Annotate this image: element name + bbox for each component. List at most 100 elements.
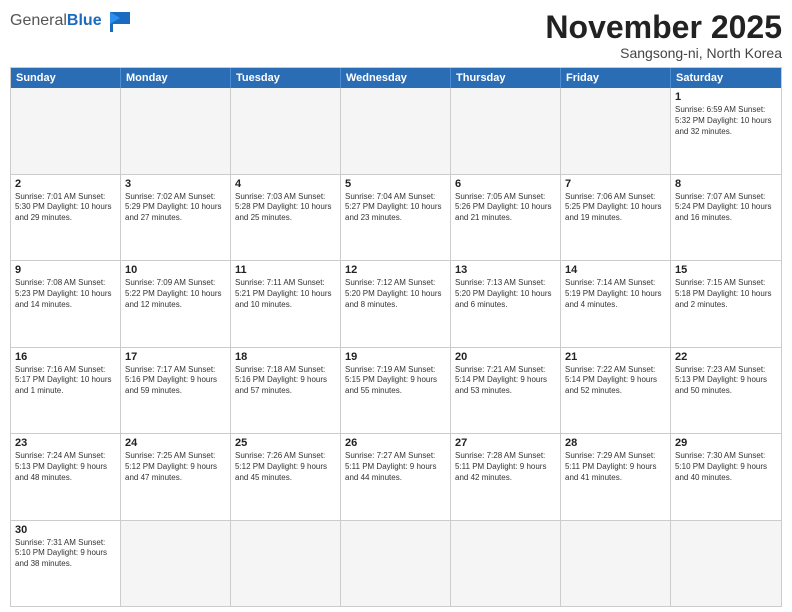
header: GeneralBlue November 2025 Sangsong-ni, N… <box>10 10 782 61</box>
day-number: 1 <box>675 91 777 103</box>
calendar-cell-4-1: 24Sunrise: 7:25 AM Sunset: 5:12 PM Dayli… <box>121 434 231 519</box>
day-number: 25 <box>235 437 336 449</box>
calendar-cell-4-6: 29Sunrise: 7:30 AM Sunset: 5:10 PM Dayli… <box>671 434 781 519</box>
calendar-cell-3-5: 21Sunrise: 7:22 AM Sunset: 5:14 PM Dayli… <box>561 348 671 433</box>
calendar-cell-1-4: 6 Sunrise: 7:05 AM Sunset: 5:26 PM Daylig… <box>451 175 561 260</box>
day-info: Sunrise: 7:28 AM Sunset: 5:11 PM Dayligh… <box>455 451 556 483</box>
day-number: 2 <box>15 178 116 190</box>
day-number: 17 <box>125 351 226 363</box>
day-info: Sunrise: 7:27 AM Sunset: 5:11 PM Dayligh… <box>345 451 446 483</box>
calendar-cell-1-2: 4 Sunrise: 7:03 AM Sunset: 5:28 PM Daylig… <box>231 175 341 260</box>
day-number: 4 <box>235 178 336 190</box>
day-info: Sunrise: 7:29 AM Sunset: 5:11 PM Dayligh… <box>565 451 666 483</box>
day-info: Sunrise: 7:05 AM Sunset: 5:26 PM Dayligh… <box>455 192 556 224</box>
calendar-cell-4-5: 28Sunrise: 7:29 AM Sunset: 5:11 PM Dayli… <box>561 434 671 519</box>
calendar-cell-2-3: 12 Sunrise: 7:12 AM Sunset: 5:20 PM Dayli… <box>341 261 451 346</box>
day-info: Sunrise: 7:15 AM Sunset: 5:18 PM Dayligh… <box>675 278 777 310</box>
day-info: Sunrise: 7:24 AM Sunset: 5:13 PM Dayligh… <box>15 451 116 483</box>
day-number: 30 <box>15 524 116 536</box>
day-info: Sunrise: 7:26 AM Sunset: 5:12 PM Dayligh… <box>235 451 336 483</box>
calendar-cell-0-0 <box>11 88 121 173</box>
calendar-cell-2-4: 13Sunrise: 7:13 AM Sunset: 5:20 PM Dayli… <box>451 261 561 346</box>
day-number: 12 <box>345 264 446 276</box>
month-title: November 2025 <box>545 10 782 45</box>
logo: GeneralBlue <box>10 10 134 32</box>
day-info: Sunrise: 7:04 AM Sunset: 5:27 PM Dayligh… <box>345 192 446 224</box>
day-number: 14 <box>565 264 666 276</box>
calendar-cell-4-0: 23 Sunrise: 7:24 AM Sunset: 5:13 PM Dayli… <box>11 434 121 519</box>
calendar-cell-1-6: 8Sunrise: 7:07 AM Sunset: 5:24 PM Daylig… <box>671 175 781 260</box>
calendar-row-0: 1 Sunrise: 6:59 AM Sunset: 5:32 PM Daylig… <box>11 88 781 174</box>
calendar-cell-5-5 <box>561 521 671 606</box>
header-thursday: Thursday <box>451 68 561 88</box>
calendar-cell-0-2 <box>231 88 341 173</box>
calendar-cell-5-1 <box>121 521 231 606</box>
calendar-cell-5-6 <box>671 521 781 606</box>
day-number: 26 <box>345 437 446 449</box>
day-info: Sunrise: 7:13 AM Sunset: 5:20 PM Dayligh… <box>455 278 556 310</box>
calendar-cell-4-3: 26 Sunrise: 7:27 AM Sunset: 5:11 PM Dayli… <box>341 434 451 519</box>
day-info: Sunrise: 7:02 AM Sunset: 5:29 PM Dayligh… <box>125 192 226 224</box>
header-sunday: Sunday <box>11 68 121 88</box>
day-info: Sunrise: 6:59 AM Sunset: 5:32 PM Dayligh… <box>675 105 777 137</box>
day-number: 3 <box>125 178 226 190</box>
day-number: 16 <box>15 351 116 363</box>
header-tuesday: Tuesday <box>231 68 341 88</box>
calendar-cell-3-3: 19Sunrise: 7:19 AM Sunset: 5:15 PM Dayli… <box>341 348 451 433</box>
location: Sangsong-ni, North Korea <box>545 45 782 61</box>
calendar-cell-2-0: 9 Sunrise: 7:08 AM Sunset: 5:23 PM Daylig… <box>11 261 121 346</box>
calendar-cell-4-4: 27 Sunrise: 7:28 AM Sunset: 5:11 PM Dayli… <box>451 434 561 519</box>
day-info: Sunrise: 7:01 AM Sunset: 5:30 PM Dayligh… <box>15 192 116 224</box>
day-info: Sunrise: 7:11 AM Sunset: 5:21 PM Dayligh… <box>235 278 336 310</box>
calendar-row-2: 9 Sunrise: 7:08 AM Sunset: 5:23 PM Daylig… <box>11 261 781 347</box>
calendar-row-5: 30 Sunrise: 7:31 AM Sunset: 5:10 PM Dayli… <box>11 521 781 606</box>
header-friday: Friday <box>561 68 671 88</box>
calendar-row-3: 16 Sunrise: 7:16 AM Sunset: 5:17 PM Dayli… <box>11 348 781 434</box>
day-info: Sunrise: 7:16 AM Sunset: 5:17 PM Dayligh… <box>15 365 116 397</box>
day-info: Sunrise: 7:12 AM Sunset: 5:20 PM Dayligh… <box>345 278 446 310</box>
logo-blue: Blue <box>67 12 102 30</box>
calendar-cell-5-4 <box>451 521 561 606</box>
calendar-cell-1-5: 7 Sunrise: 7:06 AM Sunset: 5:25 PM Daylig… <box>561 175 671 260</box>
logo-general: General <box>10 12 67 30</box>
day-info: Sunrise: 7:06 AM Sunset: 5:25 PM Dayligh… <box>565 192 666 224</box>
calendar-cell-5-2 <box>231 521 341 606</box>
calendar-cell-1-1: 3 Sunrise: 7:02 AM Sunset: 5:29 PM Daylig… <box>121 175 231 260</box>
day-number: 8 <box>675 178 777 190</box>
day-number: 6 <box>455 178 556 190</box>
calendar-cell-0-5 <box>561 88 671 173</box>
calendar-cell-3-0: 16 Sunrise: 7:16 AM Sunset: 5:17 PM Dayli… <box>11 348 121 433</box>
day-number: 15 <box>675 264 777 276</box>
day-info: Sunrise: 7:31 AM Sunset: 5:10 PM Dayligh… <box>15 538 116 570</box>
calendar-cell-5-3 <box>341 521 451 606</box>
day-number: 9 <box>15 264 116 276</box>
calendar-cell-3-2: 18Sunrise: 7:18 AM Sunset: 5:16 PM Dayli… <box>231 348 341 433</box>
day-number: 7 <box>565 178 666 190</box>
calendar-body: 1 Sunrise: 6:59 AM Sunset: 5:32 PM Daylig… <box>11 88 781 606</box>
calendar-cell-2-6: 15 Sunrise: 7:15 AM Sunset: 5:18 PM Dayli… <box>671 261 781 346</box>
calendar-cell-3-6: 22Sunrise: 7:23 AM Sunset: 5:13 PM Dayli… <box>671 348 781 433</box>
day-number: 24 <box>125 437 226 449</box>
logo-text: GeneralBlue <box>10 12 102 30</box>
day-info: Sunrise: 7:14 AM Sunset: 5:19 PM Dayligh… <box>565 278 666 310</box>
day-number: 27 <box>455 437 556 449</box>
day-number: 5 <box>345 178 446 190</box>
calendar-cell-1-0: 2 Sunrise: 7:01 AM Sunset: 5:30 PM Daylig… <box>11 175 121 260</box>
title-block: November 2025 Sangsong-ni, North Korea <box>545 10 782 61</box>
calendar-cell-2-1: 10Sunrise: 7:09 AM Sunset: 5:22 PM Dayli… <box>121 261 231 346</box>
calendar-cell-2-5: 14 Sunrise: 7:14 AM Sunset: 5:19 PM Dayli… <box>561 261 671 346</box>
day-info: Sunrise: 7:08 AM Sunset: 5:23 PM Dayligh… <box>15 278 116 310</box>
header-saturday: Saturday <box>671 68 781 88</box>
calendar: Sunday Monday Tuesday Wednesday Thursday… <box>10 67 782 607</box>
calendar-cell-3-4: 20Sunrise: 7:21 AM Sunset: 5:14 PM Dayli… <box>451 348 561 433</box>
header-wednesday: Wednesday <box>341 68 451 88</box>
calendar-cell-0-6: 1 Sunrise: 6:59 AM Sunset: 5:32 PM Daylig… <box>671 88 781 173</box>
day-number: 23 <box>15 437 116 449</box>
calendar-header: Sunday Monday Tuesday Wednesday Thursday… <box>11 68 781 88</box>
day-info: Sunrise: 7:22 AM Sunset: 5:14 PM Dayligh… <box>565 365 666 397</box>
day-number: 22 <box>675 351 777 363</box>
day-info: Sunrise: 7:03 AM Sunset: 5:28 PM Dayligh… <box>235 192 336 224</box>
day-info: Sunrise: 7:18 AM Sunset: 5:16 PM Dayligh… <box>235 365 336 397</box>
logo-icon <box>106 10 134 32</box>
header-monday: Monday <box>121 68 231 88</box>
